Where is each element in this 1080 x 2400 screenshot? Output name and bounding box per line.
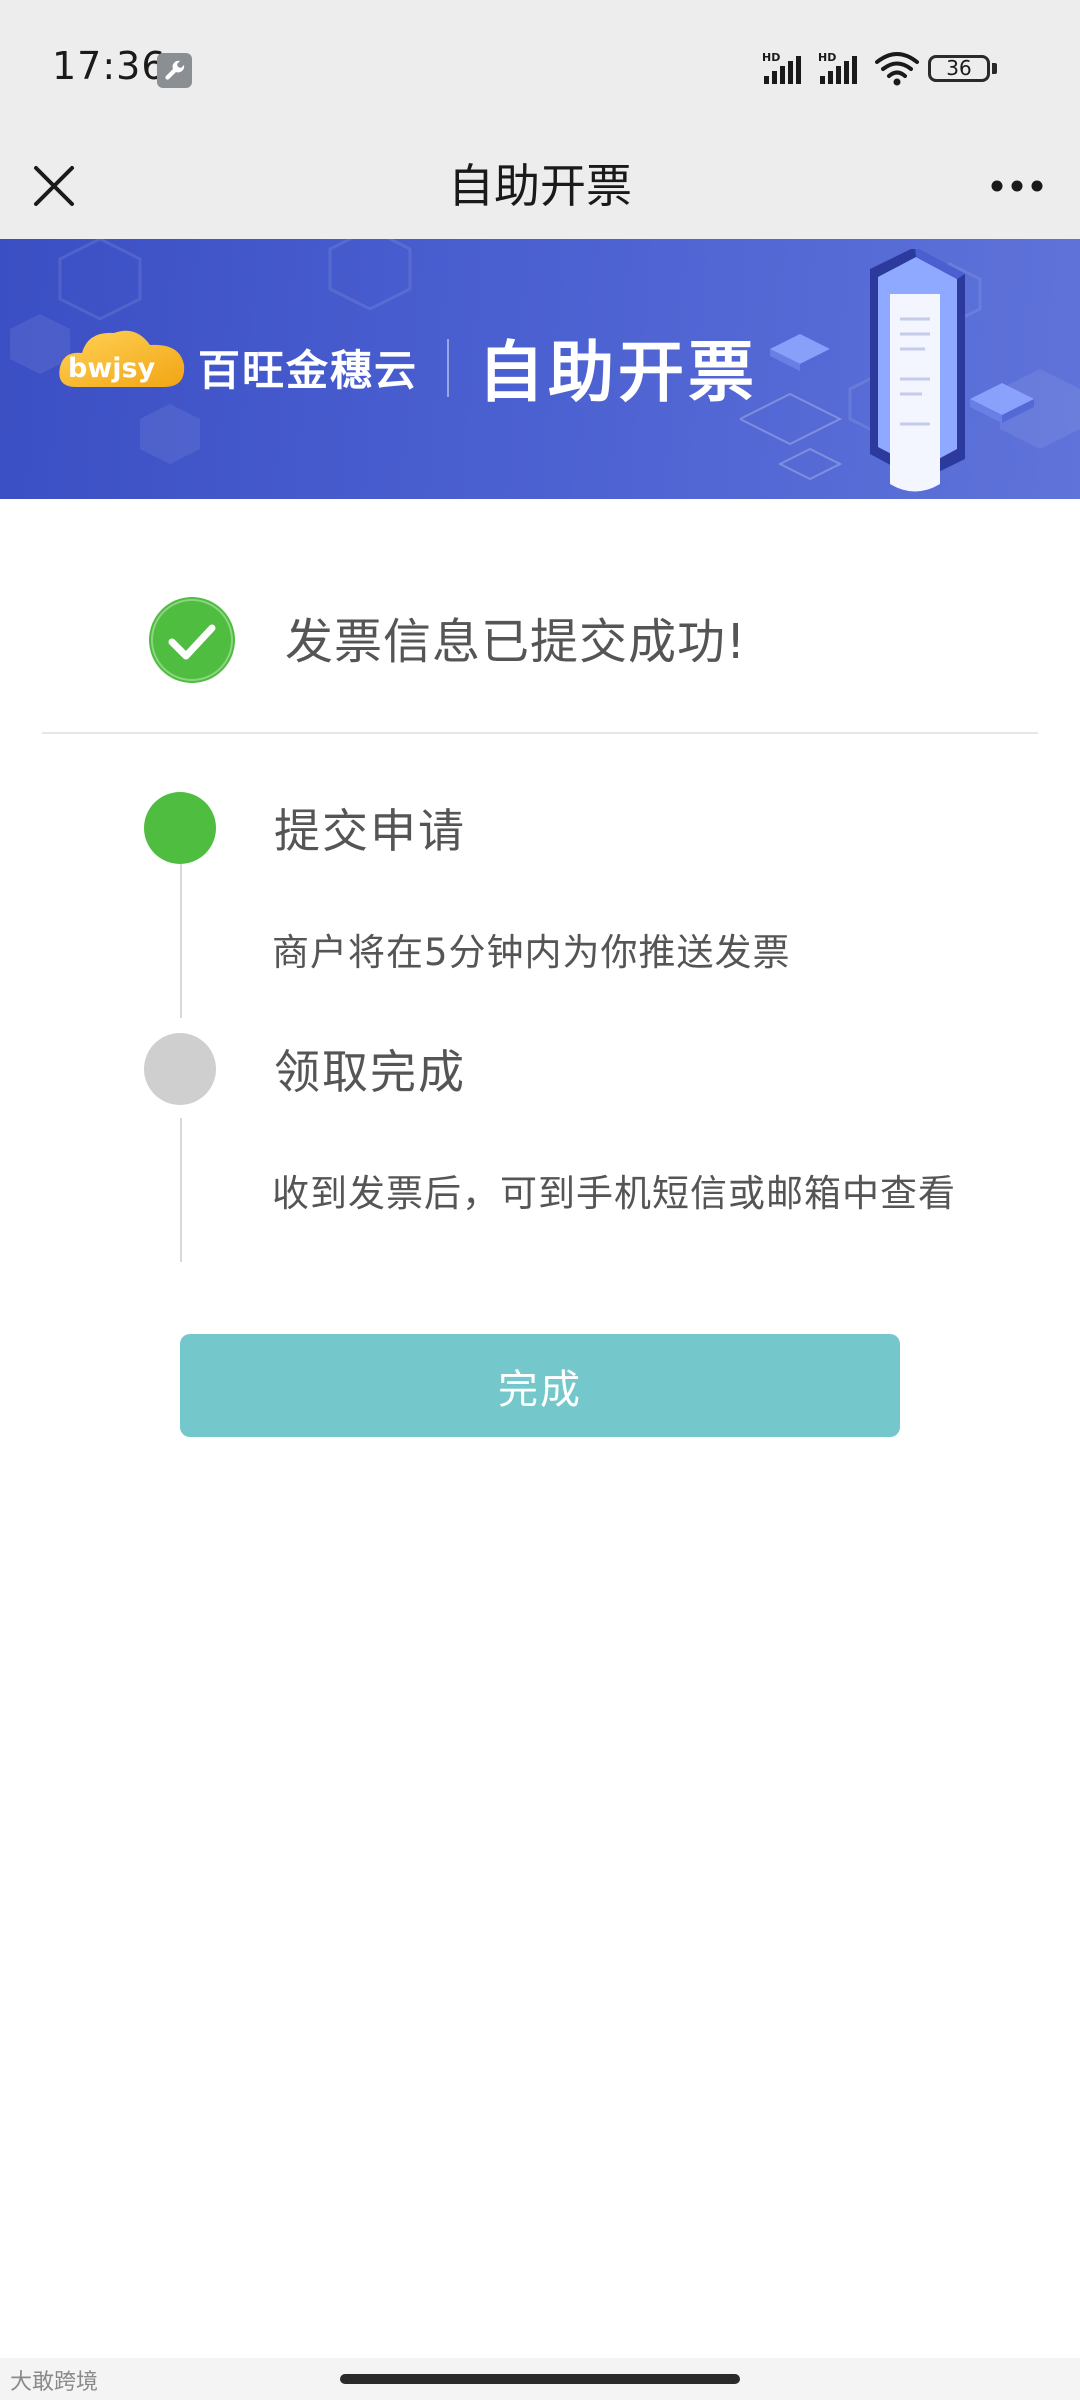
success-check-icon [149,597,235,683]
step-1-indicator [144,792,216,864]
banner: bwjsy 百旺金穗云 自助开票 [0,239,1080,499]
success-row: 发票信息已提交成功! [0,560,1080,720]
nav-bar: 自助开票 [0,134,1080,239]
status-bar: 17:36 HD HD 36 [0,0,1080,134]
more-button[interactable] [982,156,1052,216]
svg-text:HD: HD [818,51,836,64]
step-2-indicator [144,1033,216,1105]
wrench-icon [157,53,192,88]
banner-divider [447,339,449,397]
home-indicator[interactable] [340,2374,740,2384]
success-message: 发票信息已提交成功! [285,614,747,670]
watermark: 大敢跨境 [10,2370,99,2395]
battery-tip [992,63,997,74]
step-2-description: 收到发票后，可到手机短信或邮箱中查看 [272,1172,956,1215]
step-2-title: 领取完成 [274,1045,466,1099]
step-1-title: 提交申请 [274,804,466,858]
page-title: 自助开票 [448,159,632,213]
signal-1-icon: HD [760,50,810,90]
invoice-machine-icon [740,249,1034,492]
svg-text:HD: HD [762,51,780,64]
battery-icon: 36 [928,55,990,82]
brand-name: 百旺金穗云 [198,346,419,395]
status-icons: HD HD 36 [760,0,1080,134]
status-time: 17:36 [52,44,167,88]
done-button[interactable]: 完成 [180,1334,900,1437]
cloud-logo-icon: bwjsy [59,330,185,387]
brand-logo: bwjsy [56,321,188,393]
svg-text:bwjsy: bwjsy [68,353,156,384]
more-icon [991,180,1043,192]
banner-title: 自助开票 [478,334,758,411]
divider [42,732,1038,734]
step-1-connector [180,864,182,1018]
wifi-icon [875,50,919,90]
signal-2-icon: HD [816,50,866,90]
step-2-connector [180,1118,182,1262]
step-1-description: 商户将在5分钟内为你推送发票 [272,931,791,974]
